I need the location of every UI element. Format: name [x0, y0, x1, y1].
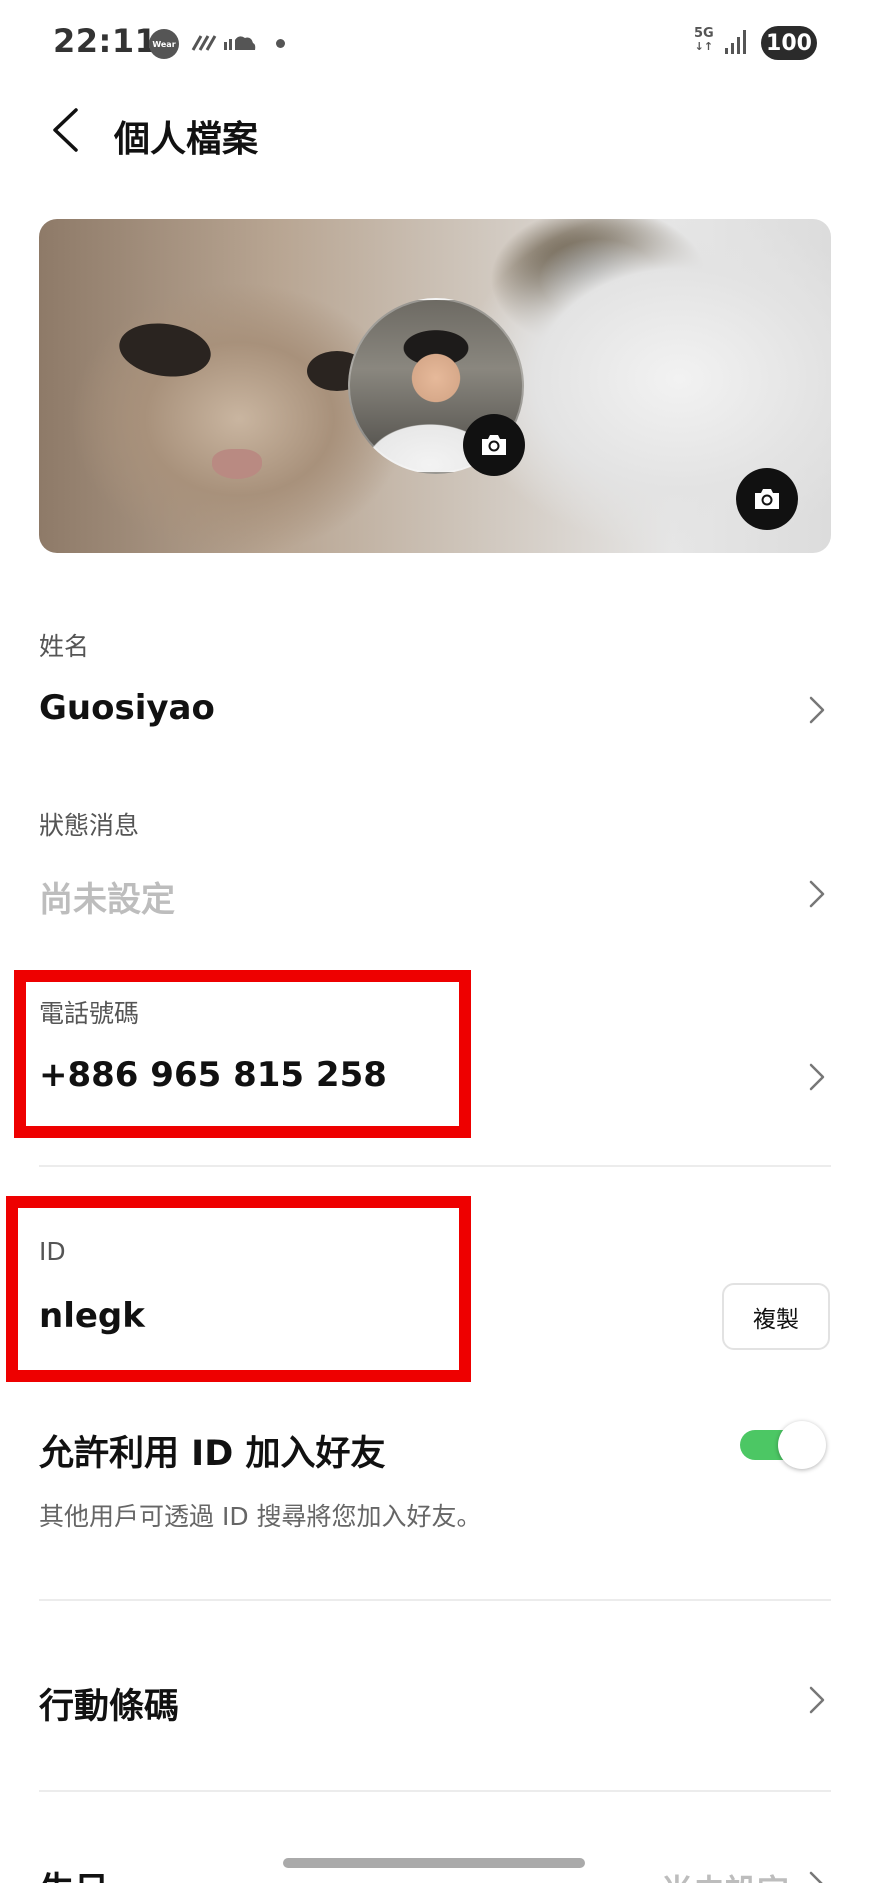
- birthday-label: 生日: [39, 1862, 109, 1883]
- network-label: 5G: [694, 26, 714, 41]
- chevron-right-icon: [805, 1683, 829, 1717]
- chevron-right-icon: [805, 693, 829, 727]
- network-5g-icon: 5G ↓↑: [694, 27, 714, 53]
- status-message-label: 狀態消息: [39, 811, 140, 840]
- cover-cat-eye-left: [115, 317, 215, 383]
- cloud-icon: [224, 36, 256, 50]
- toggle-knob: [778, 1421, 826, 1469]
- status-bar: 22:11 Wear 5G ↓↑ 100: [0, 0, 869, 86]
- allow-id-search-title: 允許利用 ID 加入好友: [39, 1434, 386, 1474]
- id-label: ID: [39, 1237, 66, 1266]
- cover-camera-button[interactable]: [736, 468, 798, 530]
- home-indicator[interactable]: [283, 1858, 585, 1868]
- name-value: Guosiyao: [39, 688, 215, 728]
- divider: [39, 1165, 831, 1167]
- qr-code-label: 行動條碼: [39, 1687, 180, 1727]
- avatar-camera-button[interactable]: [463, 414, 525, 476]
- page-title: 個人檔案: [114, 119, 259, 160]
- allow-id-search-toggle[interactable]: [740, 1421, 826, 1469]
- camera-icon: [755, 489, 779, 509]
- profile-page: 22:11 Wear 5G ↓↑ 100 個人檔案 姓名 Guosiyao 狀態…: [0, 0, 869, 1883]
- name-label: 姓名: [39, 632, 90, 661]
- wear-icon: Wear: [149, 29, 179, 59]
- status-time: 22:11: [53, 22, 158, 60]
- chevron-right-icon: [805, 877, 829, 911]
- id-value: nlegk: [39, 1296, 145, 1336]
- birthday-value: 尚未設定: [661, 1866, 789, 1883]
- allow-id-search-description: 其他用戶可透過 ID 搜尋將您加入好友。: [39, 1502, 482, 1531]
- chevron-right-icon: [805, 1868, 829, 1883]
- chevron-right-icon: [805, 1060, 829, 1094]
- divider: [39, 1599, 831, 1601]
- phone-value: +886 965 815 258: [39, 1055, 387, 1095]
- cell-signal-icon: [725, 30, 746, 54]
- data-arrows: ↓↑: [694, 40, 714, 53]
- back-icon: [53, 108, 78, 152]
- notification-dot: [276, 39, 285, 48]
- id-highlight-box: [6, 1196, 471, 1382]
- back-button[interactable]: [40, 102, 90, 158]
- signal-stripes-icon: [191, 35, 217, 51]
- phone-label: 電話號碼: [39, 999, 140, 1028]
- copy-id-button[interactable]: 複製: [722, 1283, 830, 1350]
- cover-cat-nose: [212, 449, 262, 479]
- status-message-value: 尚未設定: [39, 880, 175, 920]
- divider: [39, 1790, 831, 1792]
- camera-icon: [482, 435, 506, 455]
- battery-icon: 100: [761, 26, 817, 60]
